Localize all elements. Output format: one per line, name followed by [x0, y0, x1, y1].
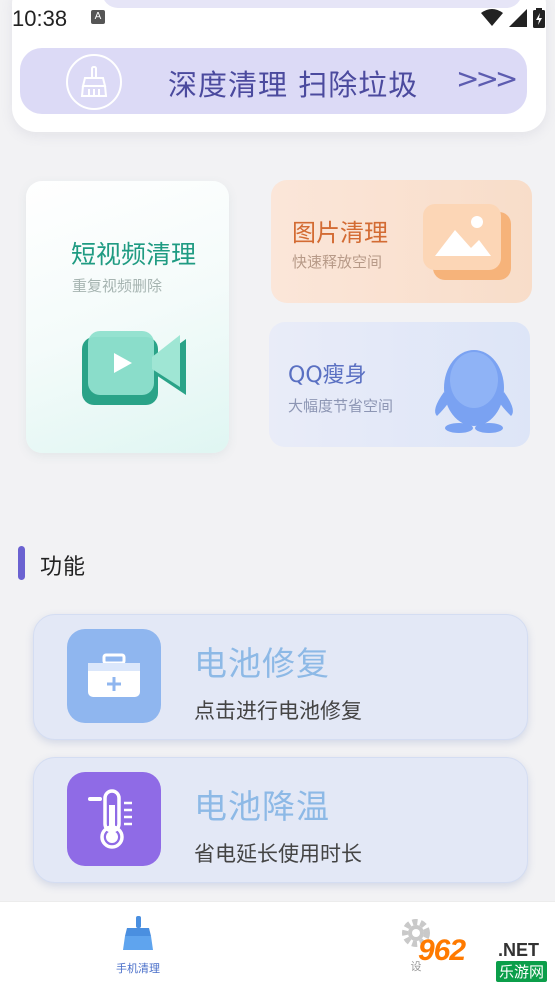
image-clean-card[interactable]: 图片清理 快速释放空间	[271, 180, 532, 303]
section-marker	[18, 546, 25, 580]
broom-icon	[66, 54, 122, 110]
watermark-number: 962	[418, 934, 466, 967]
function-subtitle: 省电延长使用时长	[194, 842, 362, 866]
card-subtitle: 大幅度节省空间	[288, 397, 394, 415]
watermark-net: .NET	[498, 940, 540, 960]
deep-clean-label: 深度清理 扫除垃圾	[168, 68, 419, 102]
status-bar: 10:38 A	[0, 0, 555, 40]
status-time: 10:38	[12, 6, 68, 31]
card-title: 短视频清理	[71, 240, 197, 269]
penguin-icon	[435, 350, 513, 433]
qq-slim-card[interactable]: QQ瘦身 大幅度节省空间	[269, 322, 530, 447]
wifi-icon	[481, 9, 503, 26]
notification-icon: A	[91, 10, 105, 24]
card-subtitle: 快速释放空间	[292, 253, 383, 271]
card-title: 图片清理	[292, 219, 388, 247]
watermark-logo: 962 .NET 乐游网	[418, 934, 552, 982]
short-video-clean-card[interactable]: 短视频清理 重复视频删除	[26, 181, 229, 453]
status-icons	[481, 8, 545, 28]
card-title: QQ瘦身	[288, 363, 367, 388]
battery-cooling-card[interactable]: 电池降温 省电延长使用时长	[33, 757, 528, 883]
deep-clean-button[interactable]: 深度清理 扫除垃圾 >>>	[20, 48, 527, 114]
battery-icon	[533, 8, 545, 28]
video-camera-icon	[82, 331, 186, 405]
first-aid-kit-icon	[67, 629, 161, 723]
nav-label: 手机清理	[116, 962, 160, 975]
thermometer-icon	[67, 772, 161, 866]
picture-icon	[423, 204, 511, 280]
nav-phone-clean[interactable]: 手机清理	[78, 916, 198, 976]
watermark-site: 乐游网	[496, 961, 548, 982]
card-subtitle: 重复视频删除	[72, 277, 163, 295]
battery-repair-card[interactable]: 电池修复 点击进行电池修复	[33, 614, 528, 740]
chevrons-right-icon: >>>	[456, 62, 518, 95]
function-subtitle: 点击进行电池修复	[194, 699, 362, 723]
function-title: 电池修复	[194, 644, 330, 683]
section-title: 功能	[40, 555, 87, 580]
function-title: 电池降温	[194, 787, 330, 826]
signal-icon	[509, 9, 527, 27]
broom-icon	[123, 916, 153, 950]
